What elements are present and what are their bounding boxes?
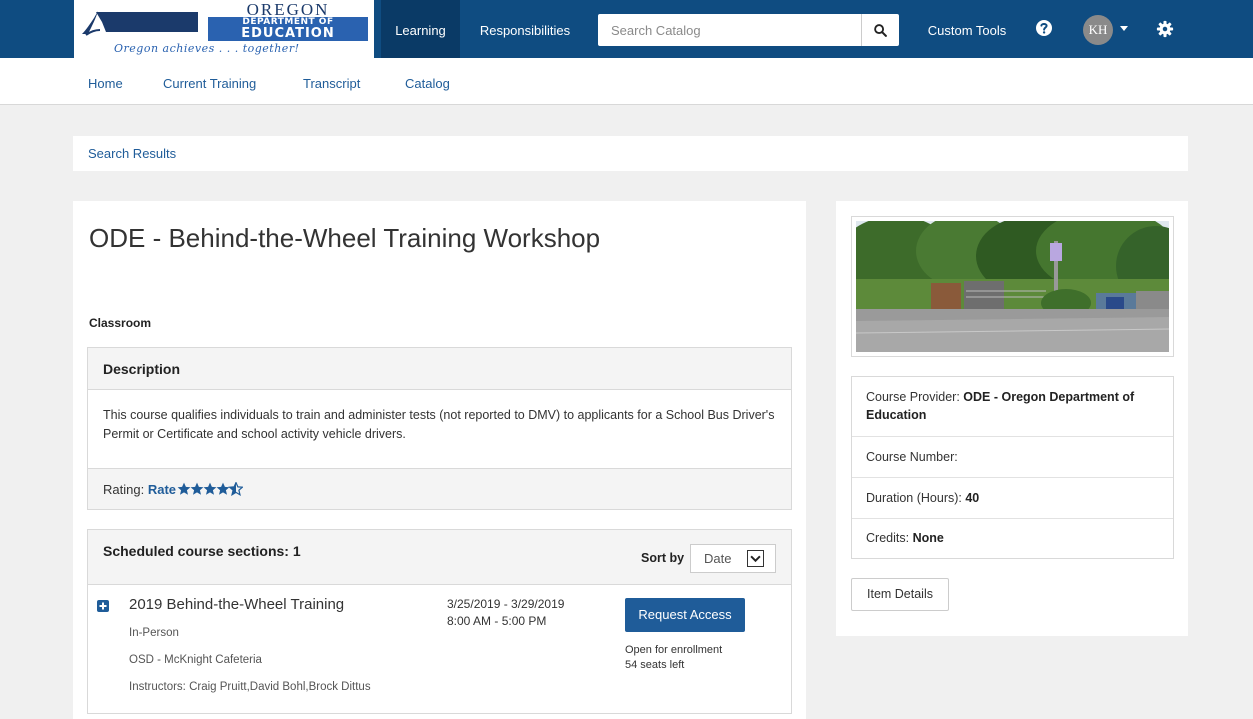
duration-row: Duration (Hours): 40 bbox=[852, 478, 1173, 519]
subnav-catalog[interactable]: Catalog bbox=[405, 58, 450, 110]
user-avatar[interactable]: KH bbox=[1083, 15, 1113, 45]
description-panel: Description This course qualifies indivi… bbox=[87, 347, 792, 510]
course-info-table: Course Provider: ODE - Oregon Department… bbox=[851, 376, 1174, 559]
nav-tab-responsibilities[interactable]: Responsibilities bbox=[464, 0, 586, 58]
description-text: This course qualifies individuals to tra… bbox=[103, 408, 775, 441]
course-type: Classroom bbox=[89, 316, 152, 330]
search-catalog bbox=[598, 14, 899, 46]
subnav-current-training[interactable]: Current Training bbox=[163, 58, 256, 110]
rate-link[interactable]: Rate bbox=[148, 482, 176, 497]
course-number-label: Course Number: bbox=[866, 450, 958, 464]
duration-label: Duration (Hours): bbox=[866, 491, 962, 505]
rating-bar: Rating: Rate bbox=[88, 468, 791, 509]
breadcrumb: Search Results bbox=[73, 136, 1188, 171]
credits-row: Credits: None bbox=[852, 519, 1173, 558]
rating-stars-icon[interactable] bbox=[177, 482, 243, 496]
expand-plus-icon[interactable] bbox=[97, 600, 109, 612]
section-times: 8:00 AM - 5:00 PM bbox=[447, 614, 547, 628]
school-building-photo bbox=[836, 209, 1196, 352]
scheduled-sections-heading: Scheduled course sections: 1 bbox=[103, 543, 301, 559]
seats-left: 54 seats left bbox=[625, 659, 685, 671]
logo-education-text: EDUCATION bbox=[208, 27, 368, 41]
subnav-home[interactable]: Home bbox=[88, 58, 123, 110]
logo-tagline: Oregon achieves . . . together! bbox=[114, 42, 300, 55]
gear-icon[interactable] bbox=[1156, 20, 1174, 38]
enrollment-status: Open for enrollment bbox=[625, 644, 723, 656]
course-number-row: Course Number: bbox=[852, 437, 1173, 478]
course-details-panel: ODE - Behind-the-Wheel Training Workshop… bbox=[73, 201, 806, 719]
section-name[interactable]: 2019 Behind-the-Wheel Training bbox=[129, 596, 344, 613]
section-dates: 3/25/2019 - 3/29/2019 bbox=[447, 597, 565, 611]
description-heading: Description bbox=[88, 348, 791, 390]
item-details-button[interactable]: Item Details bbox=[851, 578, 949, 611]
search-icon bbox=[874, 23, 887, 37]
request-access-button[interactable]: Request Access bbox=[625, 598, 745, 632]
ode-logo[interactable]: OREGON DEPARTMENT OF EDUCATION Oregon ac… bbox=[74, 0, 374, 58]
breadcrumb-search-results[interactable]: Search Results bbox=[88, 136, 176, 172]
help-icon[interactable] bbox=[1034, 18, 1054, 38]
sort-by-value: Date bbox=[704, 551, 732, 566]
nav-tab-custom-tools[interactable]: Custom Tools bbox=[912, 0, 1022, 58]
section-mode: In-Person bbox=[129, 627, 179, 639]
section-schedule: 3/25/2019 - 3/29/2019 8:00 AM - 5:00 PM bbox=[447, 596, 564, 630]
sort-by-select[interactable]: Date bbox=[690, 544, 776, 573]
scheduled-sections-panel: Scheduled course sections: 1 Sort by Dat… bbox=[87, 529, 792, 714]
search-button[interactable] bbox=[861, 14, 899, 46]
search-input[interactable] bbox=[598, 14, 861, 46]
section-instructors: Instructors: Craig Pruitt,David Bohl,Bro… bbox=[129, 681, 371, 693]
scheduled-sections-header: Scheduled course sections: 1 Sort by Dat… bbox=[88, 530, 791, 585]
section-location: OSD - McKnight Cafeteria bbox=[129, 654, 262, 666]
oregon-state-logo-icon bbox=[82, 11, 198, 36]
course-provider-row: Course Provider: ODE - Oregon Department… bbox=[852, 377, 1173, 437]
credits-value: None bbox=[912, 531, 944, 545]
page-title: ODE - Behind-the-Wheel Training Workshop bbox=[89, 223, 601, 253]
course-image bbox=[836, 209, 1196, 357]
top-navigation-bar: OREGON DEPARTMENT OF EDUCATION Oregon ac… bbox=[0, 0, 1253, 58]
sort-by-label: Sort by bbox=[641, 551, 685, 565]
section-enrollment-status: Open for enrollment 54 seats left bbox=[625, 643, 722, 673]
subnav-transcript[interactable]: Transcript bbox=[303, 58, 360, 110]
logo-oregon-text: OREGON bbox=[246, 0, 330, 19]
nav-tab-learning[interactable]: Learning bbox=[381, 0, 460, 58]
chevron-down-icon[interactable] bbox=[1120, 26, 1128, 31]
sub-navigation-bar: Home Current Training Transcript Catalog bbox=[0, 58, 1253, 105]
credits-label: Credits: bbox=[866, 531, 910, 545]
rating-label: Rating: bbox=[103, 482, 145, 497]
chevron-down-icon bbox=[747, 550, 764, 567]
duration-value: 40 bbox=[965, 491, 980, 505]
course-provider-label: Course Provider: bbox=[866, 390, 960, 404]
course-info-sidebar: Course Provider: ODE - Oregon Department… bbox=[836, 201, 1196, 636]
ode-wordmark: OREGON DEPARTMENT OF EDUCATION bbox=[208, 0, 368, 41]
